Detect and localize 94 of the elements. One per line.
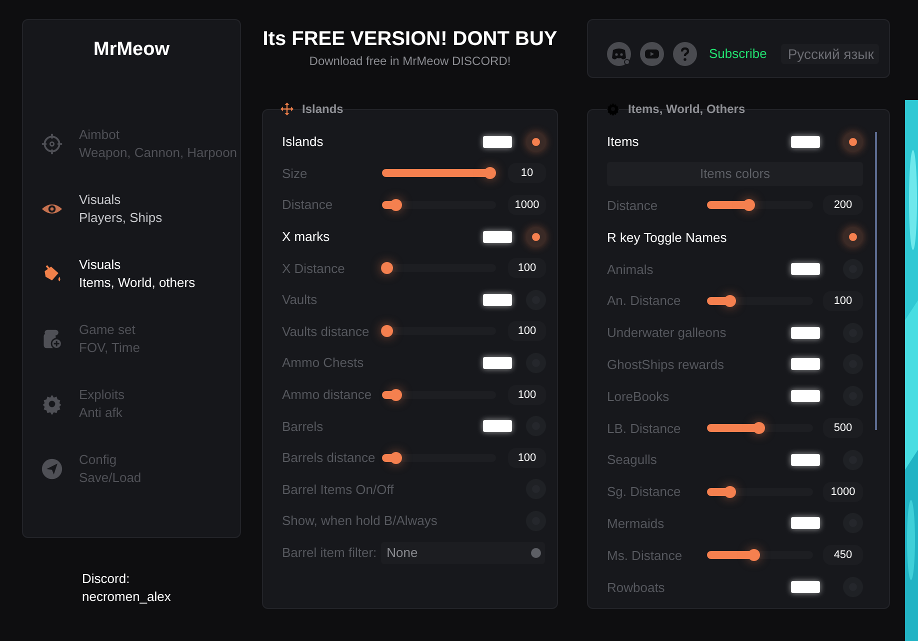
setting-label: Animals xyxy=(607,262,654,277)
color-swatch[interactable] xyxy=(483,136,512,148)
setting-label: X marks xyxy=(282,229,331,244)
setting-label: Rowboats xyxy=(607,580,666,595)
toggle[interactable] xyxy=(843,132,863,152)
slider-thumb[interactable] xyxy=(752,422,765,434)
color-swatch[interactable] xyxy=(791,326,820,339)
setting-label: Ammo Chests xyxy=(282,355,365,370)
toggle[interactable] xyxy=(843,227,863,248)
setting-label: Underwater galleons xyxy=(607,325,728,340)
dropdown-dot-icon xyxy=(530,548,541,558)
scrollbar[interactable] xyxy=(875,132,877,430)
value-field[interactable]: 100 xyxy=(823,290,863,311)
toggle[interactable] xyxy=(526,226,546,247)
setting-label: Distance xyxy=(607,198,659,213)
slider-thumb[interactable] xyxy=(380,262,393,274)
color-swatch[interactable] xyxy=(791,358,820,370)
subscribe-link[interactable]: Subscribe xyxy=(709,46,767,61)
sidebar-item[interactable]: Visuals Players, Ships xyxy=(23,191,240,227)
headline: Its FREE VERSION! DONT BUY xyxy=(262,28,558,51)
setting-label: Ms. Distance xyxy=(607,548,684,563)
setting-label: Barrels distance xyxy=(282,450,376,466)
color-swatch[interactable] xyxy=(483,230,512,243)
filter-dropdown[interactable]: None xyxy=(380,542,545,564)
setting-label: Size xyxy=(282,166,308,181)
slider-thumb[interactable] xyxy=(380,325,393,338)
setting-label: LoreBooks xyxy=(607,388,670,404)
setting-label: GhostShips rewards xyxy=(607,356,726,372)
setting-label: Show, when hold B/Always xyxy=(282,513,438,528)
scroll-plus-icon xyxy=(41,328,63,350)
value-field[interactable]: 100 xyxy=(508,384,546,405)
slider-thumb[interactable] xyxy=(484,167,496,180)
slider[interactable] xyxy=(382,264,496,272)
setting-label: Barrel Items On/Off xyxy=(282,482,395,497)
slider-thumb[interactable] xyxy=(390,198,402,211)
slider[interactable] xyxy=(707,201,813,210)
setting-label: Sg. Distance xyxy=(607,484,682,500)
slider-thumb[interactable] xyxy=(743,199,756,212)
discord-username: necromen_alex xyxy=(82,588,172,606)
value-field[interactable]: 100 xyxy=(508,448,546,468)
value-field[interactable]: 1000 xyxy=(508,194,546,215)
color-swatch[interactable] xyxy=(791,136,820,148)
slider[interactable] xyxy=(707,488,813,496)
gear-icon xyxy=(41,393,63,415)
slider[interactable] xyxy=(707,551,813,560)
slider[interactable] xyxy=(707,296,813,305)
slider[interactable] xyxy=(382,390,496,399)
toggle[interactable] xyxy=(526,132,546,152)
slider[interactable] xyxy=(707,424,813,432)
value-field[interactable]: 10 xyxy=(508,163,546,184)
value-field[interactable]: 1000 xyxy=(823,482,863,502)
setting-label: Seagulls xyxy=(607,452,658,468)
app-title: MrMeow xyxy=(92,38,170,62)
color-swatch[interactable] xyxy=(791,263,820,276)
crosshair-icon xyxy=(41,133,63,155)
color-swatch[interactable] xyxy=(483,294,512,306)
slider-thumb[interactable] xyxy=(390,388,402,401)
color-swatch[interactable] xyxy=(483,420,512,432)
slider[interactable] xyxy=(382,327,496,336)
setting-label: Ammo distance xyxy=(282,387,373,402)
discord-label: Discord: xyxy=(82,570,131,588)
panel-title: Items, World, Others xyxy=(628,102,746,116)
value-field[interactable]: 100 xyxy=(508,258,546,278)
setting-label: Barrels xyxy=(282,418,324,434)
color-swatch[interactable] xyxy=(791,454,820,466)
value-field[interactable]: 450 xyxy=(823,545,863,566)
setting-label: Items xyxy=(607,134,640,150)
paper-plane-icon xyxy=(41,458,63,480)
slider-thumb[interactable] xyxy=(724,486,736,498)
slider-thumb[interactable] xyxy=(390,452,402,464)
color-swatch[interactable] xyxy=(791,390,820,402)
slider[interactable] xyxy=(382,200,496,209)
subheadline: Download free in MrMeow DISCORD! xyxy=(309,54,511,68)
setting-label: Barrel item filter: xyxy=(282,545,377,560)
setting-label: Vaults xyxy=(282,292,318,308)
setting-label: Distance xyxy=(282,197,334,212)
setting-label: An. Distance xyxy=(607,293,682,308)
value-field[interactable]: 100 xyxy=(508,321,546,342)
slider-thumb[interactable] xyxy=(724,294,736,307)
setting-label: Mermaids xyxy=(607,516,666,531)
value-field[interactable]: 500 xyxy=(823,418,863,438)
setting-label: Islands xyxy=(282,134,324,150)
slider-thumb[interactable] xyxy=(748,549,760,562)
panel-title: Islands xyxy=(302,102,344,116)
setting-label: R key Toggle Names xyxy=(607,230,728,245)
color-swatch[interactable] xyxy=(483,356,512,369)
slider[interactable] xyxy=(382,454,496,462)
value-field[interactable]: 200 xyxy=(823,195,863,216)
color-swatch[interactable] xyxy=(791,517,820,530)
setting-label: LB. Distance xyxy=(607,420,682,436)
setting-label: X Distance xyxy=(282,260,346,276)
color-swatch[interactable] xyxy=(791,581,820,594)
sidebar-item[interactable]: Visuals Items, World, others xyxy=(23,256,240,292)
setting-label: Vaults distance xyxy=(282,324,370,339)
